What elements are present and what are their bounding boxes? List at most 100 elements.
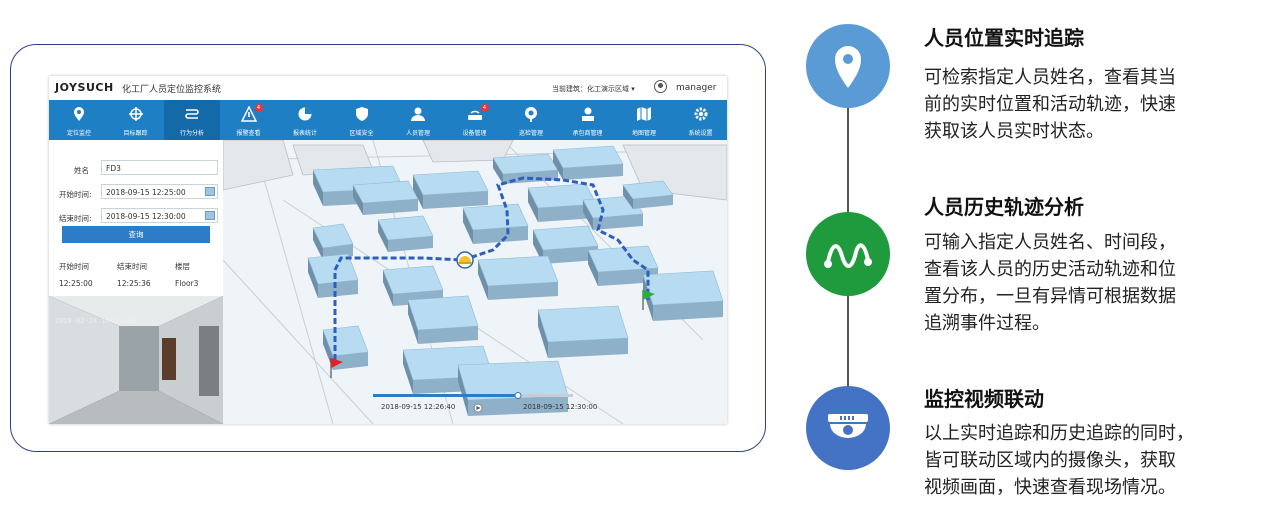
feature-title-2: 人员历史轨迹分析 — [924, 195, 1084, 219]
feature-circle-2 — [806, 212, 890, 296]
system-name: 化工厂人员定位监控系统 — [122, 85, 222, 95]
map-building — [307, 253, 359, 298]
nav-label: 定位监控 — [66, 130, 91, 137]
nav-item-map[interactable]: 地图管理 — [616, 100, 672, 140]
nav-item-router[interactable]: 设备管理 4 — [447, 100, 503, 140]
map-building — [462, 203, 529, 244]
alert-badge: 4 — [480, 104, 489, 112]
nav-item-path[interactable]: 行为分析 — [164, 100, 220, 140]
map-building — [537, 305, 629, 358]
camera-video[interactable]: 2018-02-24 16:45:10 — [49, 296, 223, 424]
crosshair-icon — [128, 107, 143, 121]
nav-label: 区域安全 — [349, 130, 374, 137]
start-time-label: 开始时间: — [59, 190, 92, 199]
query-button[interactable]: 查询 — [62, 226, 210, 243]
map-view[interactable]: 2018-09-15 12:26:40 2018-09-15 12:30:00 — [223, 140, 727, 424]
nav-label: 行为分析 — [179, 130, 204, 137]
location-pin-icon — [835, 46, 861, 88]
name-input[interactable]: FD3 — [101, 160, 218, 175]
map-building — [552, 145, 624, 180]
app-window: JOYSUCH 化工厂人员定位监控系统 当前建筑：化工演示区域 ▾ manage… — [49, 76, 727, 424]
map-building — [412, 170, 489, 209]
nav-item-gear[interactable]: 系统设置 — [673, 100, 728, 140]
desc-line: 查看该人员的历史活动轨迹和位 — [924, 259, 1176, 280]
table-cell[interactable]: Floor3 — [175, 279, 198, 288]
playback-handle[interactable] — [514, 392, 522, 399]
start-time-input[interactable]: 2018-09-15 12:25:00 — [101, 184, 218, 199]
pie-chart-icon — [298, 107, 312, 121]
col-header-end: 结束时间 — [117, 262, 147, 271]
nav-label: 地图管理 — [631, 130, 656, 137]
trajectory-icon — [824, 243, 872, 268]
nav-item-contractor[interactable]: 承包商管理 — [560, 100, 616, 140]
map-building — [377, 215, 434, 252]
brand-logo: JOYSUCH — [55, 81, 114, 94]
worker-helmet-icon[interactable] — [456, 251, 474, 269]
desc-line: 以上实时追踪和历史追踪的同时， — [924, 423, 1194, 444]
map-building — [407, 295, 479, 344]
desc-line: 皆可联动区域内的摄像头，获取 — [924, 450, 1176, 471]
nav-item-warning[interactable]: 报警查看 4 — [221, 100, 277, 140]
nav-label: 设备管理 — [462, 130, 487, 137]
alert-badge: 4 — [254, 104, 263, 112]
nav-item-crosshair[interactable]: 目标跟踪 — [108, 100, 164, 140]
map-canvas — [223, 140, 727, 424]
nav-item-person[interactable]: 人员管理 — [390, 100, 446, 140]
col-header-start: 开始时间 — [59, 262, 89, 271]
shield-icon — [355, 107, 368, 121]
feature-desc-3: 以上实时追踪和历史追踪的同时， 皆可联动区域内的摄像头，获取 视频画面，快速查看… — [924, 420, 1254, 501]
nav-label: 人员管理 — [405, 130, 430, 137]
patrol-icon — [525, 107, 537, 122]
corridor-image — [49, 296, 223, 424]
person-icon — [411, 107, 425, 121]
table-cell[interactable]: 12:25:00 — [59, 279, 93, 288]
map-building — [642, 270, 724, 321]
feature-desc-1: 可检索指定人员姓名，查看其当 前的实时位置和活动轨迹，快速 获取该人员实时状态。 — [924, 64, 1254, 145]
start-time-value: 2018-09-15 12:25:00 — [106, 188, 186, 197]
nav-label: 承包商管理 — [572, 130, 603, 137]
nav-item-pie-chart[interactable]: 报表统计 — [277, 100, 333, 140]
feature-title-3: 监控视频联动 — [924, 387, 1044, 411]
video-timestamp: 2018-02-24 16:45:10 — [55, 317, 136, 325]
nav-label: 报警查看 — [236, 130, 261, 137]
feature-desc-2: 可输入指定人员姓名、时间段， 查看该人员的历史活动轨迹和位 置分布，一旦有异情可… — [924, 229, 1254, 337]
nav-item-patrol[interactable]: 巡检管理 — [503, 100, 559, 140]
feature-circle-1 — [806, 24, 890, 108]
nav-label: 巡检管理 — [518, 130, 543, 137]
dome-camera-icon — [828, 414, 868, 438]
nav-item-shield[interactable]: 区域安全 — [334, 100, 390, 140]
name-label: 姓名 — [74, 166, 89, 175]
building-selector[interactable]: 当前建筑：化工演示区域 ▾ — [552, 84, 635, 94]
desc-line: 前的实时位置和活动轨迹，快速 — [924, 94, 1176, 115]
nav-label: 目标跟踪 — [123, 130, 148, 137]
map-icon — [637, 107, 651, 121]
table-cell[interactable]: 12:25:36 — [117, 279, 151, 288]
nav-item-location-pin[interactable]: 定位监控 — [51, 100, 107, 140]
desc-line: 可输入指定人员姓名、时间段， — [924, 232, 1176, 253]
gear-icon — [694, 107, 707, 121]
location-pin-icon — [74, 107, 84, 121]
end-time-input[interactable]: 2018-09-15 12:30:00 — [101, 208, 218, 223]
feature-circle-3 — [806, 386, 890, 470]
nav-label: 系统设置 — [688, 130, 713, 137]
feature-title-1: 人员位置实时追踪 — [924, 26, 1084, 50]
desc-line: 获取该人员实时状态。 — [924, 121, 1104, 142]
map-building — [622, 180, 674, 209]
calendar-icon[interactable] — [205, 187, 215, 196]
user-avatar-icon[interactable] — [654, 80, 667, 93]
map-building — [322, 325, 369, 370]
desc-line: 置分布，一旦有异情可根据数据 — [924, 286, 1176, 307]
col-header-floor: 楼层 — [175, 262, 190, 271]
end-time-value: 2018-09-15 12:30:00 — [106, 212, 186, 221]
playback-end-time: 2018-09-15 12:30:00 — [523, 403, 598, 411]
desc-line: 视频画面，快速查看现场情况。 — [924, 477, 1176, 498]
map-building — [477, 255, 559, 300]
desc-line: 追溯事件过程。 — [924, 313, 1050, 334]
app-header: JOYSUCH 化工厂人员定位监控系统 当前建筑：化工演示区域 ▾ manage… — [49, 76, 727, 100]
contractor-icon — [581, 107, 594, 121]
playback-start-time: 2018-09-15 12:26:40 — [381, 403, 456, 411]
username[interactable]: manager — [676, 83, 716, 93]
calendar-icon[interactable] — [205, 211, 215, 220]
desc-line: 可检索指定人员姓名，查看其当 — [924, 67, 1176, 88]
path-icon — [185, 109, 199, 119]
